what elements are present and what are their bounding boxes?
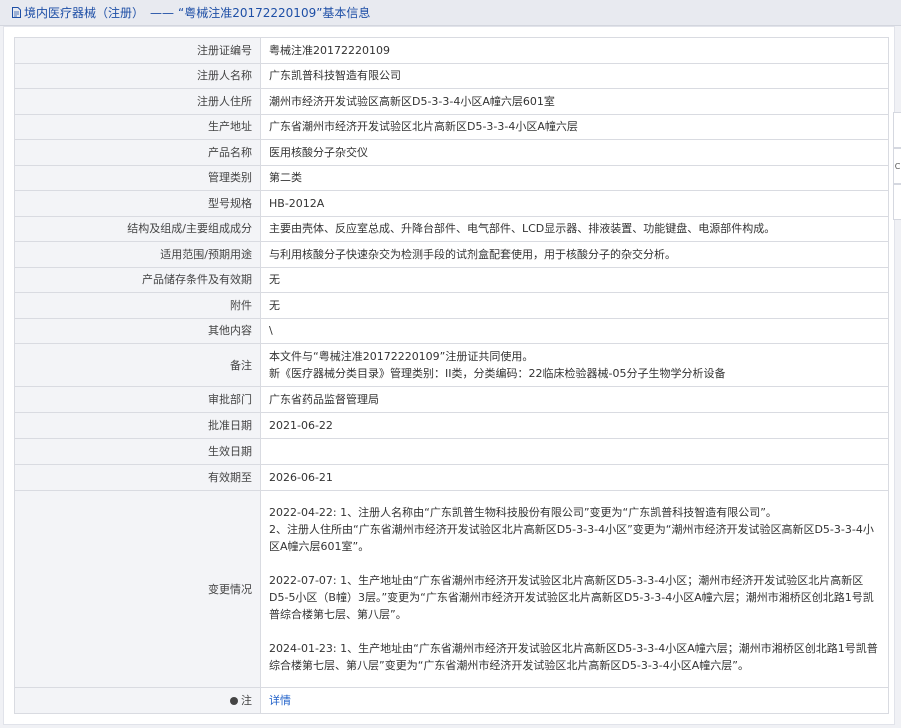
row-value: 医用核酸分子杂交仪 [260,139,889,166]
row-value: \ [260,317,889,344]
row-value: 广东凯普科技智造有限公司 [260,62,889,89]
change-entry: 2022-04-22: 1、注册人名称由“广东凯普生物科技股份有限公司”变更为“… [269,506,874,553]
table-row: 结构及组成/主要组成成分 主要由壳体、反应室总成、升降台部件、电气部件、LCD显示… [14,215,889,242]
row-label: 附件 [14,292,261,319]
document-icon [12,7,21,18]
side-tab-1[interactable] [893,112,901,148]
row-label: 产品储存条件及有效期 [14,266,261,293]
row-label: 注册证编号 [14,37,261,64]
row-value: 与利用核酸分子快速杂交为检测手段的试剂盒配套使用，用于核酸分子的杂交分析。 [260,241,889,268]
table-row: 附件无 [14,292,889,319]
remark-line-1: 本文件与“粤械注准20172220109”注册证共同使用。 [269,350,534,363]
row-value: 2021-06-22 [260,412,889,439]
changes-value: 2022-04-22: 1、注册人名称由“广东凯普生物科技股份有限公司”变更为“… [260,490,889,688]
row-label: 注册人名称 [14,62,261,89]
details-link[interactable]: 详情 [269,694,291,707]
side-tab-3[interactable] [893,184,901,220]
table-row: 注册人住所 潮州市经济开发试验区高新区D5-3-3-4小区A幢六层601室 [14,88,889,115]
row-value: 第二类 [260,164,889,191]
remark-label: 备注 [14,343,261,387]
row-label: 管理类别 [14,164,261,191]
row-label: 生产地址 [14,113,261,140]
table-row: 产品储存条件及有效期无 [14,266,889,293]
row-label: 审批部门 [14,386,261,413]
row-label: 其他内容 [14,317,261,344]
table-row-note: 注 详情 [14,687,889,714]
row-value [260,438,889,465]
table-row: 产品名称 医用核酸分子杂交仪 [14,139,889,166]
change-entry: 2024-01-23: 1、生产地址由“广东省潮州市经济开发试验区北片高新区D5… [269,642,878,672]
table-row: 型号规格 HB-2012A [14,190,889,217]
row-value: 主要由壳体、反应室总成、升降台部件、电气部件、LCD显示器、排液装置、功能键盘、… [260,215,889,242]
row-value: HB-2012A [260,190,889,217]
row-label: 生效日期 [14,438,261,465]
remark-line-2: 新《医疗器械分类目录》管理类别：II类，分类编码：22临床检验器械-05分子生物… [269,367,726,380]
table-row-remark: 备注 本文件与“粤械注准20172220109”注册证共同使用。新《医疗器械分类目… [14,343,889,387]
row-label: 结构及组成/主要组成成分 [14,215,261,242]
remark-value: 本文件与“粤械注准20172220109”注册证共同使用。新《医疗器械分类目录》… [260,343,889,387]
side-tab-2[interactable]: C [893,148,901,184]
row-value: 无 [260,292,889,319]
row-value: 广东省药品监督管理局 [260,386,889,413]
table-row: 管理类别 第二类 [14,164,889,191]
header-title: “粤械注准20172220109”基本信息 [178,6,371,20]
pin-icon [230,697,238,705]
table-row: 生效日期 [14,438,889,465]
change-entry: 2022-07-07: 1、生产地址由“广东省潮州市经济开发试验区北片高新区D5… [269,574,874,621]
row-label: 产品名称 [14,139,261,166]
row-label: 适用范围/预期用途 [14,241,261,268]
note-value: 详情 [260,687,889,714]
header-dash: —— [150,5,175,20]
table-row: 生产地址 广东省潮州市经济开发试验区北片高新区D5-3-3-4小区A幢六层 [14,113,889,140]
side-tabs: C [893,112,901,220]
row-value: 粤械注准20172220109 [260,37,889,64]
table-row: 审批部门 广东省药品监督管理局 [14,386,889,413]
table-row: 注册证编号 粤械注准20172220109 [14,37,889,64]
page-header: 境内医疗器械（注册） —— “粤械注准20172220109”基本信息 [0,0,901,26]
note-label-cell: 注 [14,687,261,714]
row-label: 批准日期 [14,412,261,439]
table-row: 其他内容 \ [14,317,889,344]
row-label: 有效期至 [14,464,261,491]
table-row-changes: 变更情况 2022-04-22: 1、注册人名称由“广东凯普生物科技股份有限公司”… [14,490,889,688]
table-row: 适用范围/预期用途 与利用核酸分子快速杂交为检测手段的试剂盒配套使用，用于核酸分子… [14,241,889,268]
header-category: 境内医疗器械（注册） [24,6,145,20]
row-value: 潮州市经济开发试验区高新区D5-3-3-4小区A幢六层601室 [260,88,889,115]
row-label: 注册人住所 [14,88,261,115]
row-value: 无 [260,266,889,293]
table-row: 批准日期 2021-06-22 [14,412,889,439]
table-row: 有效期至 2026-06-21 [14,464,889,491]
info-table: 注册证编号 粤械注准20172220109 注册人名称 广东凯普科技智造有限公司 注册人… [14,37,889,714]
table-row: 注册人名称 广东凯普科技智造有限公司 [14,62,889,89]
row-value: 广东省潮州市经济开发试验区北片高新区D5-3-3-4小区A幢六层 [260,113,889,140]
changes-label: 变更情况 [14,490,261,688]
note-label: 注 [241,694,252,707]
info-card: 注册证编号 粤械注准20172220109 注册人名称 广东凯普科技智造有限公司 注册人… [3,26,895,725]
row-value: 2026-06-21 [260,464,889,491]
row-label: 型号规格 [14,190,261,217]
